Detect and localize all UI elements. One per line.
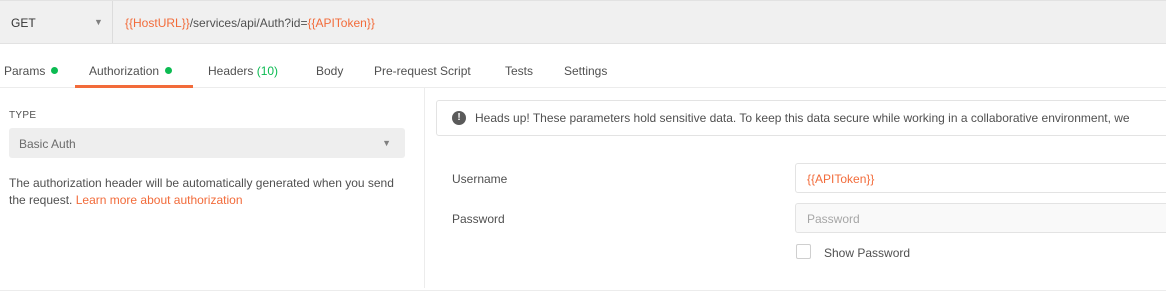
request-tabs: Params Authorization Headers (10) Body P… [0, 52, 1166, 88]
request-url-bar: GET ▼ {{HostURL}}/services/api/Auth?id={… [0, 0, 1166, 44]
password-input[interactable]: Password [795, 203, 1166, 233]
tab-pre-request-script[interactable]: Pre-request Script [374, 64, 471, 78]
password-placeholder: Password [807, 212, 860, 226]
username-value: {{APIToken}} [807, 172, 875, 186]
tab-tests-label: Tests [505, 64, 534, 78]
chevron-down-icon: ▼ [382, 138, 391, 148]
tab-tests[interactable]: Tests [505, 64, 533, 78]
auth-type-select[interactable]: Basic Auth ▼ [9, 128, 405, 158]
chevron-down-icon: ▼ [94, 17, 103, 27]
username-input[interactable]: {{APIToken}} [795, 163, 1166, 193]
tab-params[interactable]: Params [4, 64, 59, 78]
authorization-indicator-dot [165, 67, 173, 74]
show-password-label[interactable]: Show Password [824, 246, 910, 260]
auth-type-label: TYPE [9, 110, 37, 121]
password-label: Password [452, 212, 505, 226]
tab-headers[interactable]: Headers (10) [208, 64, 278, 78]
tab-settings[interactable]: Settings [564, 64, 607, 78]
divider [0, 290, 1166, 291]
auth-type-value: Basic Auth [19, 137, 76, 151]
method-select[interactable]: GET ▼ [0, 1, 113, 43]
tab-params-label: Params [4, 64, 46, 78]
username-label: Username [452, 172, 508, 186]
notice-text: Heads up! These parameters hold sensitiv… [475, 111, 1130, 125]
info-icon: ! [452, 111, 466, 125]
auth-description: The authorization header will be automat… [9, 175, 409, 209]
show-password-checkbox[interactable] [796, 244, 811, 259]
tab-headers-label: Headers [208, 64, 254, 78]
tab-body[interactable]: Body [316, 64, 343, 78]
url-host-variable: {{HostURL}} [125, 16, 190, 30]
tab-authorization-label: Authorization [89, 64, 160, 78]
url-input[interactable]: {{HostURL}}/services/api/Auth?id={{APITo… [125, 16, 375, 30]
params-indicator-dot [51, 67, 59, 74]
tab-body-label: Body [316, 64, 344, 78]
sensitive-data-notice: ! Heads up! These parameters hold sensit… [436, 100, 1166, 136]
url-path: /services/api/Auth?id= [189, 16, 308, 30]
learn-more-link[interactable]: Learn more about authorization [76, 193, 243, 207]
tab-pre-request-script-label: Pre-request Script [374, 64, 471, 78]
tab-settings-label: Settings [564, 64, 608, 78]
headers-count: (10) [256, 64, 279, 78]
url-token-variable: {{APIToken}} [307, 16, 375, 30]
auth-type-panel: TYPE Basic Auth ▼ The authorization head… [0, 88, 425, 288]
tab-authorization[interactable]: Authorization [89, 64, 173, 78]
method-label: GET [11, 16, 36, 30]
